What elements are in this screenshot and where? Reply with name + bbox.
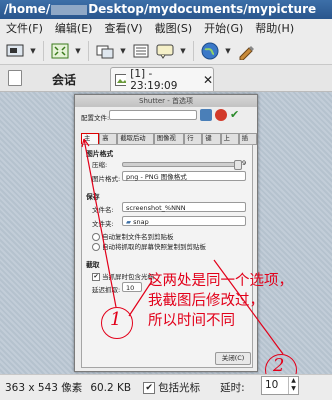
spin-arrows-icon[interactable]: ▲ ▼ — [288, 377, 298, 394]
delay-spinbox[interactable]: 10 ▲ ▼ — [261, 376, 299, 395]
annotation-line-2: 我截图后修改过， — [148, 293, 264, 309]
delay-status-label: 延时: — [220, 382, 245, 394]
annotation-line-1: 这两处是同一个选项， — [148, 273, 293, 289]
annotation-arrows — [81, 138, 284, 389]
image-dimensions: 363 x 543 像素 — [5, 382, 83, 394]
checkbox-checked-icon: ✔ — [143, 381, 156, 394]
include-cursor-toggle[interactable]: ✔ 包括光标 — [143, 380, 200, 395]
include-cursor-status-label: 包括光标 — [158, 382, 201, 394]
annotation-line-3: 所以时间不同 — [148, 313, 235, 329]
image-filesize: 60.2 KB — [90, 381, 132, 394]
delay-status-value: 10 — [265, 379, 279, 391]
